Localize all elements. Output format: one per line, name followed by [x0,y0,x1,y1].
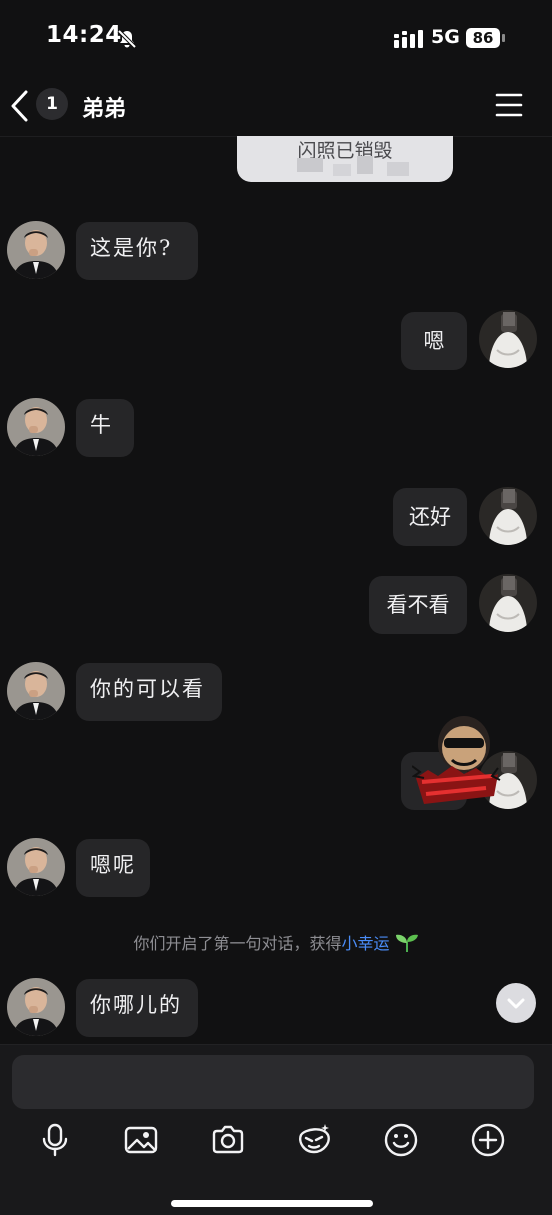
back-arrow-icon[interactable] [6,86,36,126]
menu-icon[interactable] [494,92,524,118]
contact-avatar[interactable] [7,398,65,456]
my-avatar[interactable] [479,487,537,545]
chevron-down-icon [507,998,525,1009]
signal-icon [394,30,423,48]
my-avatar[interactable] [479,574,537,632]
incoming-message[interactable]: 牛 [76,399,134,457]
cartoon-sticker-icon [412,716,501,804]
sticker-icon[interactable] [296,1122,332,1158]
outgoing-message[interactable]: 嗯 [401,312,467,370]
battery-level: 86 [466,28,500,48]
incoming-message[interactable]: 嗯呢 [76,839,150,897]
status-time: 14:24 [46,22,122,48]
status-bar: 14:24 5G 86 [0,0,552,76]
flash-photo-notice[interactable]: 闪照已销毁 [237,136,453,182]
mic-icon[interactable] [37,1122,73,1158]
chat-header: 1 弟弟 [0,76,552,137]
camera-icon[interactable] [210,1122,246,1158]
mute-bell-icon [117,29,137,49]
image-icon[interactable] [123,1122,159,1158]
contact-avatar[interactable] [7,978,65,1036]
battery-icon [502,34,505,42]
incoming-message[interactable]: 你的可以看 [76,663,222,721]
contact-avatar[interactable] [7,838,65,896]
network-type: 5G [431,26,460,48]
outgoing-message[interactable]: 还好 [393,488,467,546]
unread-count-badge[interactable]: 1 [36,88,68,120]
incoming-message[interactable]: 这是你? [76,222,198,280]
chat-title[interactable]: 弟弟 [82,91,126,123]
system-note-text: 你们开启了第一句对话，获得 [133,934,342,953]
outgoing-message[interactable]: 看不看 [369,576,467,634]
lucky-link[interactable]: 小幸运 [341,934,389,953]
contact-avatar[interactable] [7,662,65,720]
home-indicator[interactable] [171,1200,373,1207]
emoji-icon[interactable] [383,1122,419,1158]
scroll-to-bottom-button[interactable] [496,983,536,1023]
plus-icon[interactable] [470,1122,506,1158]
contact-avatar[interactable] [7,221,65,279]
flash-photo-text: 闪照已销毁 [297,140,393,162]
system-note: 你们开启了第一句对话，获得小幸运 [0,930,552,954]
message-input[interactable] [12,1055,534,1109]
incoming-message[interactable]: 你哪儿的 [76,979,198,1037]
my-avatar[interactable] [479,310,537,368]
sprout-icon [395,934,418,952]
